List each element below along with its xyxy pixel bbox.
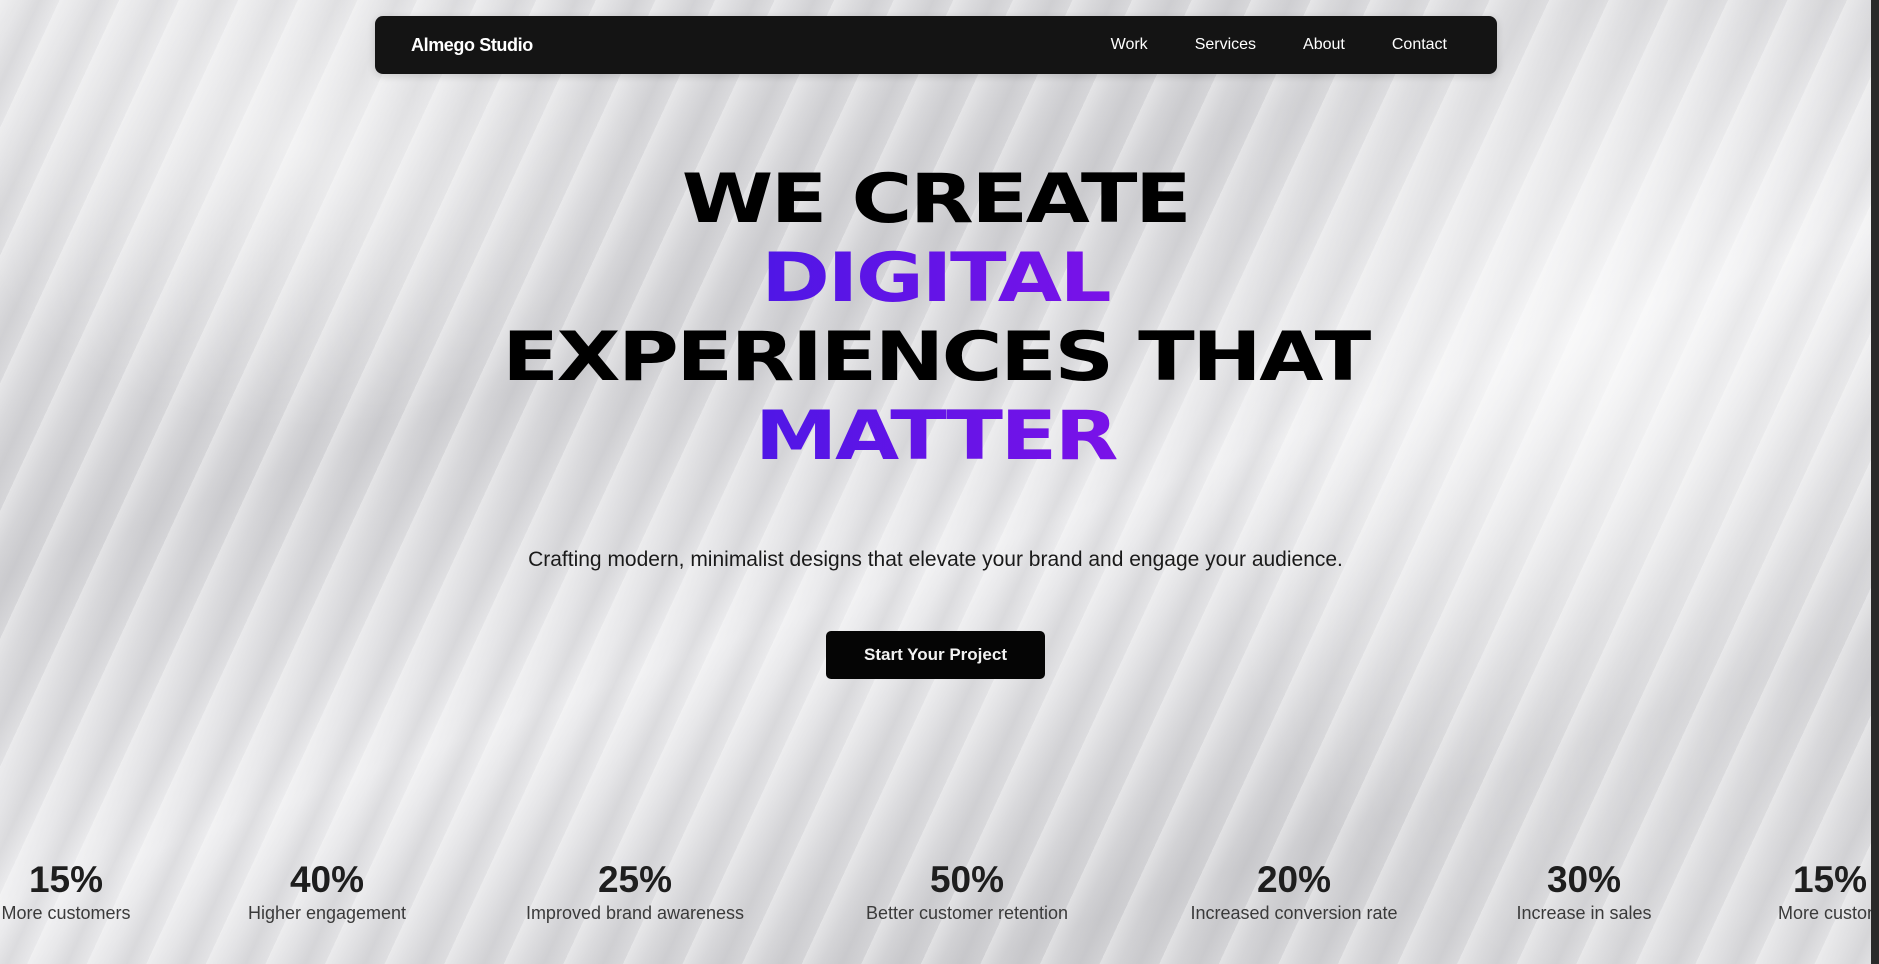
stat-item: 40% Higher engagement — [248, 858, 406, 924]
headline-line-3: EXPERIENCES THAT — [502, 318, 1371, 397]
stat-value: 30% — [1546, 859, 1622, 900]
stat-value: 20% — [1256, 859, 1332, 900]
stat-label: Improved brand awareness — [525, 903, 745, 923]
stat-value: 25% — [597, 859, 673, 900]
stat-value: 15% — [1792, 859, 1868, 900]
stat-value: 40% — [289, 859, 365, 900]
top-navbar: Almego Studio Work Services About Contac… — [375, 16, 1497, 74]
stat-label: More customers — [1, 903, 131, 923]
stat-value: 50% — [929, 859, 1005, 900]
hero-background-image — [0, 0, 1879, 964]
hero-subtitle: Crafting modern, minimalist designs that… — [528, 548, 1343, 571]
stat-item: 25% Improved brand awareness — [526, 858, 744, 924]
nav-link-work[interactable]: Work — [1111, 36, 1148, 54]
stat-label: More custom — [1777, 903, 1879, 923]
headline-line-1: WE CREATE — [681, 160, 1192, 239]
stat-value: 15% — [28, 859, 104, 900]
stat-item: 15% More customers — [1, 858, 130, 924]
nav-link-services[interactable]: Services — [1195, 36, 1256, 54]
nav-link-about[interactable]: About — [1303, 36, 1345, 54]
stat-label: Increase in sales — [1516, 903, 1652, 923]
headline-line-2-accent: DIGITAL — [761, 239, 1112, 318]
start-project-button[interactable]: Start Your Project — [826, 631, 1045, 679]
stat-item: 50% Better customer retention — [866, 858, 1068, 924]
stat-item: 30% Increase in sales — [1516, 858, 1651, 924]
nav-links: Work Services About Contact — [1064, 16, 1447, 74]
headline-line-4-accent: MATTER — [754, 397, 1119, 476]
brand-logo-text[interactable]: Almego Studio — [411, 16, 533, 74]
nav-link-contact[interactable]: Contact — [1392, 36, 1447, 54]
hero-headline: WE CREATE DIGITAL EXPERIENCES THAT MATTE… — [0, 160, 1871, 476]
stat-item: 15% More custom — [1778, 858, 1879, 924]
stat-label: Increased conversion rate — [1190, 903, 1398, 923]
window-scrollbar[interactable] — [1871, 0, 1879, 964]
stat-label: Better customer retention — [865, 903, 1069, 923]
stat-item: 20% Increased conversion rate — [1190, 858, 1397, 924]
stat-label: Higher engagement — [247, 903, 407, 923]
